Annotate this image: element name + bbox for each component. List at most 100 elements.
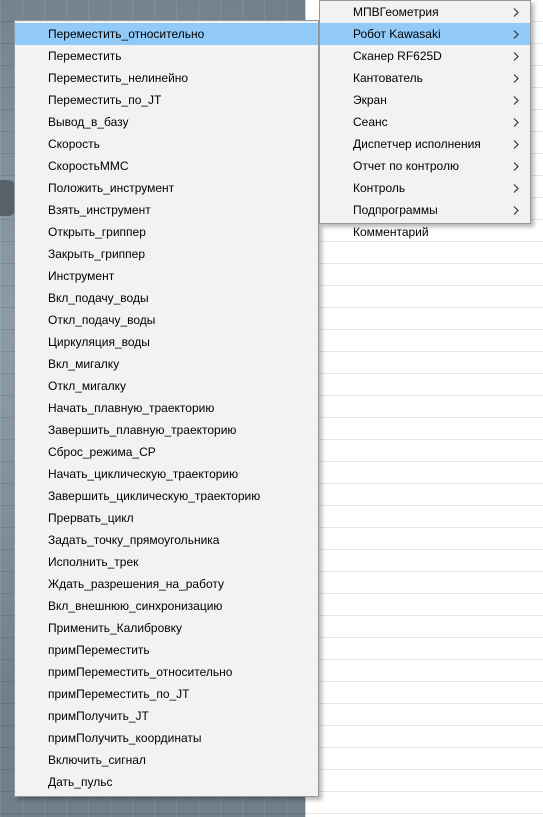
category-item[interactable]: Робот Kawasaki: [320, 23, 530, 45]
menu-item-label: Вкл_подачу_воды: [48, 291, 149, 305]
category-item[interactable]: Контроль: [320, 177, 530, 199]
command-item[interactable]: Инструмент: [15, 265, 318, 287]
menu-item-label: Закрыть_гриппер: [48, 247, 145, 261]
command-item[interactable]: СкоростьММС: [15, 155, 318, 177]
category-item[interactable]: Сканер RF625D: [320, 45, 530, 67]
menu-item-label: Взять_инструмент: [48, 203, 151, 217]
command-item[interactable]: Начать_плавную_траекторию: [15, 397, 318, 419]
command-item[interactable]: Сброс_режима_СР: [15, 441, 318, 463]
menu-item-label: Завершить_плавную_траекторию: [48, 423, 237, 437]
command-item[interactable]: Начать_циклическую_траекторию: [15, 463, 318, 485]
menu-item-label: Переместить_нелинейно: [48, 71, 189, 85]
menu-item-label: Кантователь: [353, 71, 423, 85]
menu-item-label: Ждать_разрешения_на_работу: [48, 577, 225, 591]
category-item[interactable]: Сеанс: [320, 111, 530, 133]
command-item[interactable]: Прервать_цикл: [15, 507, 318, 529]
category-item[interactable]: Диспетчер исполнения: [320, 133, 530, 155]
category-item[interactable]: Комментарий: [320, 221, 530, 243]
command-item[interactable]: примПолучить_координаты: [15, 727, 318, 749]
chevron-right-icon: [513, 133, 521, 155]
menu-item-label: Переместить: [48, 49, 122, 63]
menu-item-label: СкоростьММС: [48, 159, 129, 173]
command-item[interactable]: Откл_мигалку: [15, 375, 318, 397]
menu-item-label: Откл_мигалку: [48, 379, 127, 393]
command-item[interactable]: Вкл_мигалку: [15, 353, 318, 375]
menu-item-label: примПереместить: [48, 643, 150, 657]
menu-item-label: примПолучить_координаты: [48, 731, 202, 745]
command-item[interactable]: Переместить: [15, 45, 318, 67]
menu-item-label: Подпрограммы: [353, 203, 438, 217]
chevron-right-icon: [513, 111, 521, 133]
command-item[interactable]: Дать_пульс: [15, 771, 318, 793]
command-item[interactable]: примПереместить_по_JT: [15, 683, 318, 705]
command-item[interactable]: Задать_точку_прямоугольника: [15, 529, 318, 551]
menu-item-label: Экран: [353, 93, 387, 107]
command-item[interactable]: Взять_инструмент: [15, 199, 318, 221]
context-menu-categories: МПВГеометрия Робот Kawasaki Сканер RF625D К…: [319, 0, 531, 239]
menu-item-label: Включить_сигнал: [48, 753, 146, 767]
menu-item-label: Дать_пульс: [48, 775, 113, 789]
menu-item-label: Исполнить_трек: [48, 555, 139, 569]
menu-item-label: Диспетчер исполнения: [353, 137, 481, 151]
menu-item-label: Положить_инструмент: [48, 181, 175, 195]
menu-item-label: Переместить_относительно: [48, 27, 205, 41]
menu-item-label: примПолучить_JT: [48, 709, 149, 723]
category-item[interactable]: МПВГеометрия: [320, 1, 530, 23]
category-item[interactable]: Подпрограммы: [320, 199, 530, 221]
menu-item-label: Контроль: [353, 181, 406, 195]
command-item[interactable]: Переместить_нелинейно: [15, 67, 318, 89]
chevron-right-icon: [513, 1, 521, 23]
category-item[interactable]: Экран: [320, 89, 530, 111]
menu-item-label: Сброс_режима_СР: [48, 445, 156, 459]
menu-item-label: Начать_циклическую_траекторию: [48, 467, 239, 481]
menu-item-label: Комментарий: [353, 225, 429, 239]
chevron-right-icon: [513, 199, 521, 221]
command-item[interactable]: примПереместить_относительно: [15, 661, 318, 683]
menu-item-label: Откл_подачу_воды: [48, 313, 156, 327]
menu-item-label: Применить_Калибровку: [48, 621, 183, 635]
command-item[interactable]: Вкл_внешнюю_синхронизацию: [15, 595, 318, 617]
command-item[interactable]: Открыть_гриппер: [15, 221, 318, 243]
menu-item-label: примПереместить_по_JT: [48, 687, 190, 701]
category-item[interactable]: Отчет по контролю: [320, 155, 530, 177]
command-item[interactable]: Скорость: [15, 133, 318, 155]
command-item[interactable]: Переместить_по_JT: [15, 89, 318, 111]
menu-item-label: Переместить_по_JT: [48, 93, 162, 107]
menu-item-label: Вывод_в_базу: [48, 115, 129, 129]
context-menu-commands: Переместить_относительно Переместить Перем…: [14, 20, 319, 797]
command-item[interactable]: Откл_подачу_воды: [15, 309, 318, 331]
menu-item-label: Циркуляция_воды: [48, 335, 150, 349]
menu-item-label: Начать_плавную_траекторию: [48, 401, 215, 415]
menu-item-label: Сканер RF625D: [353, 49, 442, 63]
command-item[interactable]: Вкл_подачу_воды: [15, 287, 318, 309]
menu-item-label: Инструмент: [48, 269, 115, 283]
command-item[interactable]: Закрыть_гриппер: [15, 243, 318, 265]
menu-item-label: Открыть_гриппер: [48, 225, 146, 239]
category-item[interactable]: Кантователь: [320, 67, 530, 89]
command-item[interactable]: Циркуляция_воды: [15, 331, 318, 353]
menu-item-label: Прервать_цикл: [48, 511, 134, 525]
menu-item-label: Скорость: [48, 137, 100, 151]
menu-item-label: примПереместить_относительно: [48, 665, 233, 679]
chevron-right-icon: [513, 23, 521, 45]
command-item[interactable]: примПереместить: [15, 639, 318, 661]
chevron-right-icon: [513, 67, 521, 89]
menu-item-label: Завершить_циклическую_траекторию: [48, 489, 261, 503]
command-item[interactable]: Включить_сигнал: [15, 749, 318, 771]
command-item[interactable]: Переместить_относительно: [15, 23, 318, 45]
menu-item-label: Робот Kawasaki: [353, 27, 441, 41]
command-item[interactable]: Применить_Калибровку: [15, 617, 318, 639]
command-item[interactable]: Вывод_в_базу: [15, 111, 318, 133]
command-item[interactable]: примПолучить_JT: [15, 705, 318, 727]
command-item[interactable]: Исполнить_трек: [15, 551, 318, 573]
chevron-right-icon: [513, 89, 521, 111]
command-item[interactable]: Завершить_циклическую_траекторию: [15, 485, 318, 507]
chevron-right-icon: [513, 177, 521, 199]
menu-item-label: МПВГеометрия: [353, 5, 439, 19]
command-item[interactable]: Завершить_плавную_траекторию: [15, 419, 318, 441]
command-item[interactable]: Ждать_разрешения_на_работу: [15, 573, 318, 595]
menu-item-label: Отчет по контролю: [353, 159, 459, 173]
menu-item-label: Задать_точку_прямоугольника: [48, 533, 220, 547]
chevron-right-icon: [513, 155, 521, 177]
command-item[interactable]: Положить_инструмент: [15, 177, 318, 199]
